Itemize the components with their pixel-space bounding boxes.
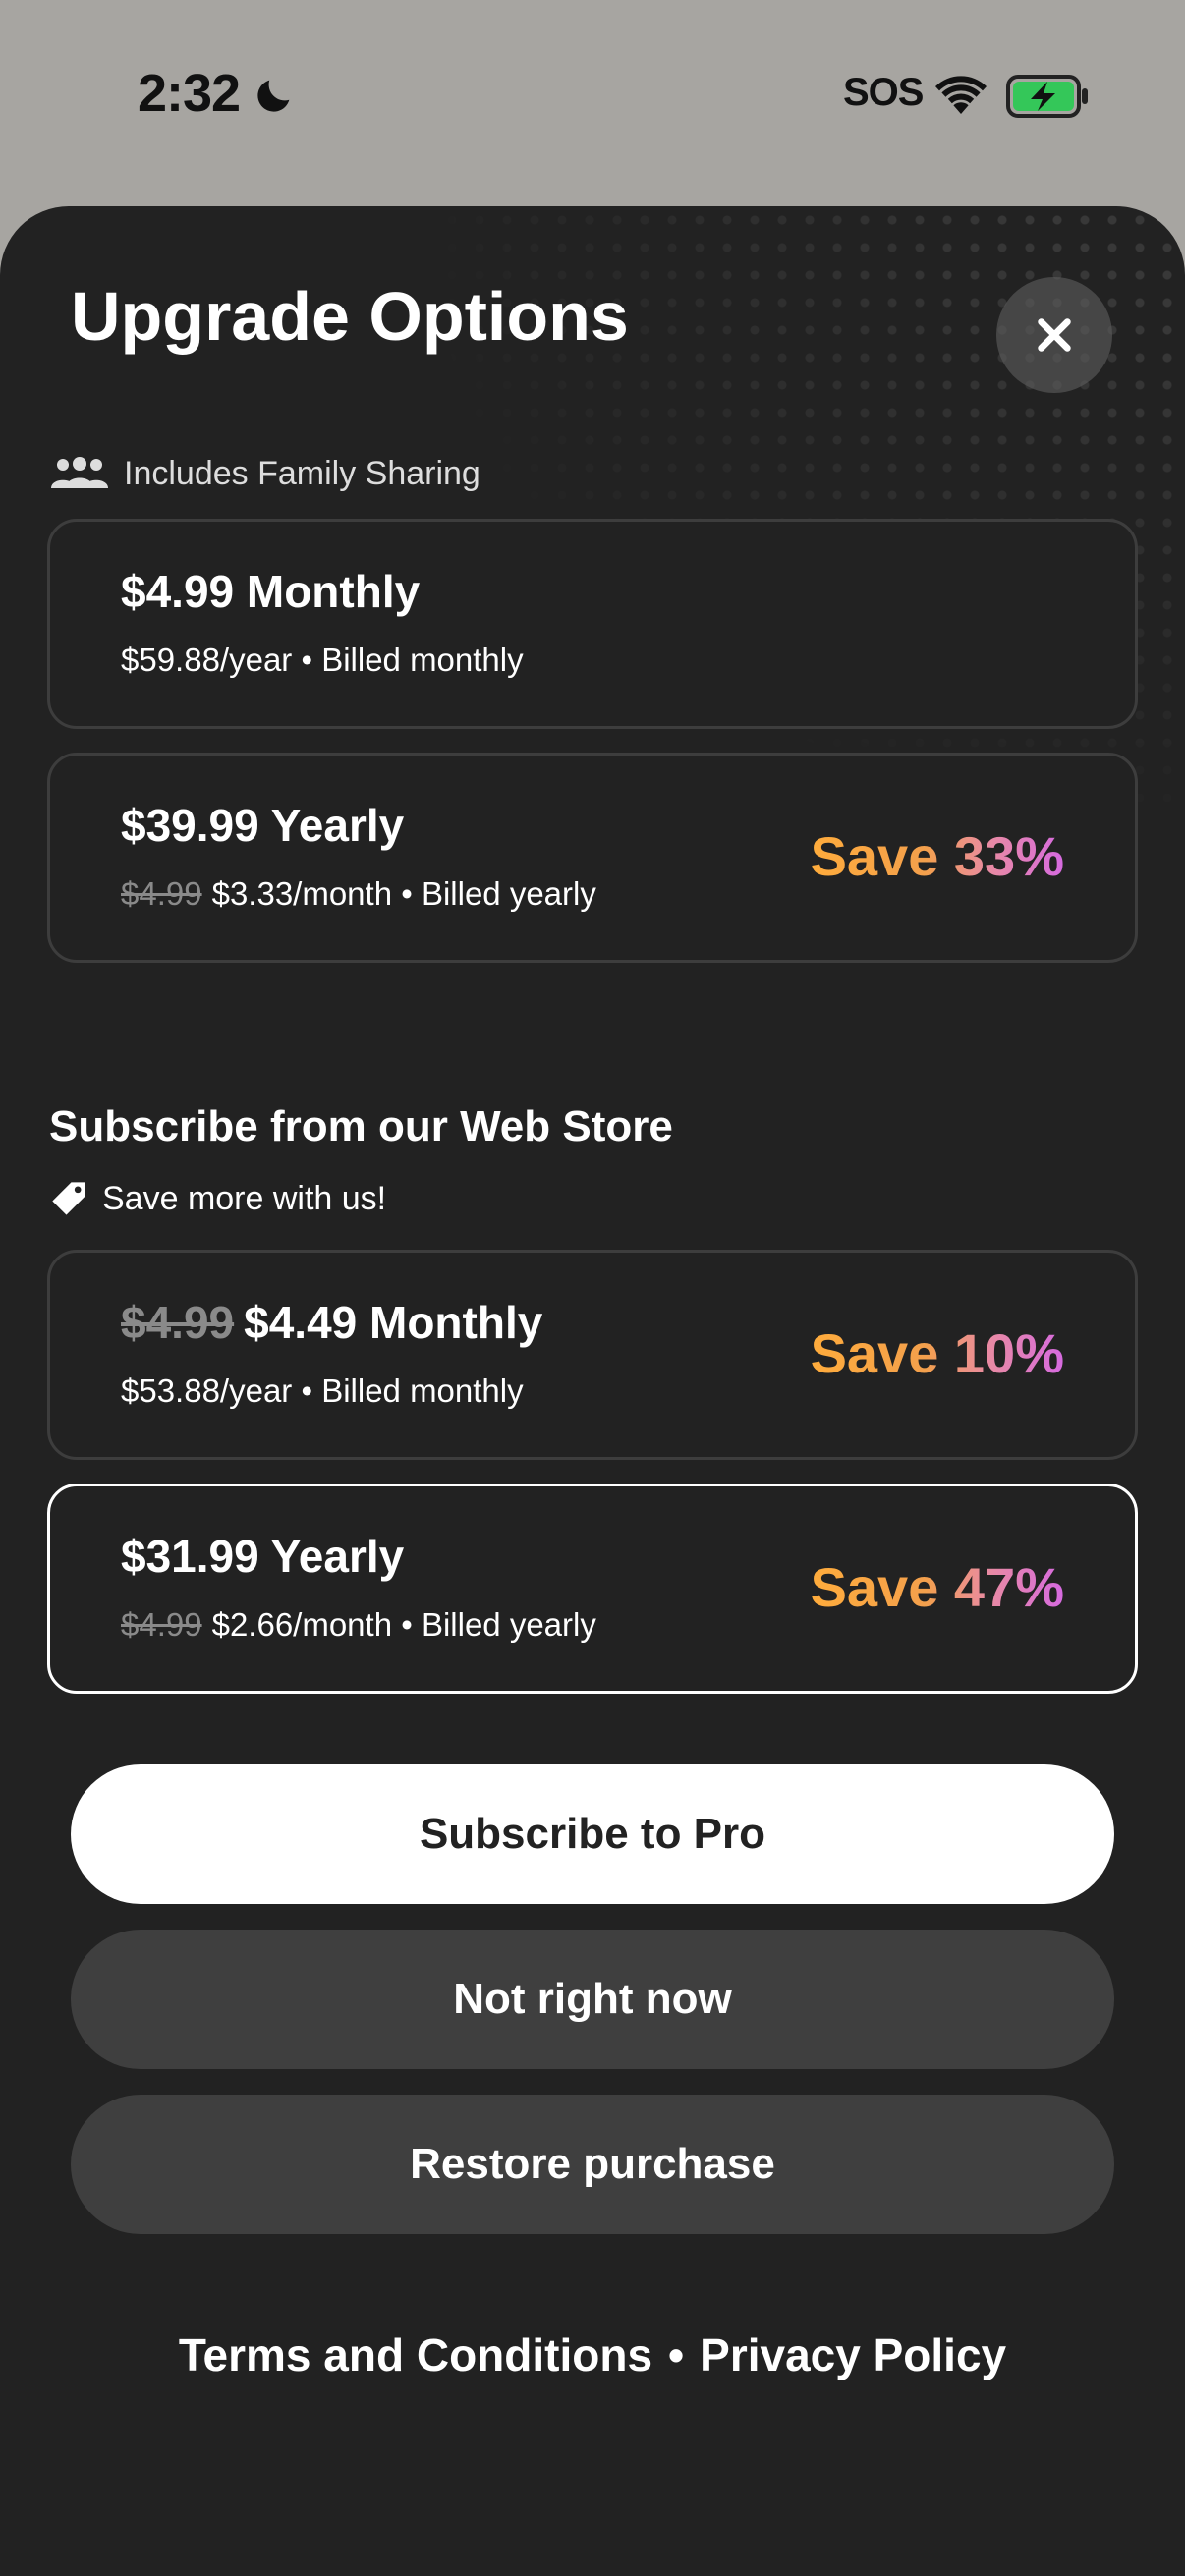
moon-icon (257, 80, 290, 112)
original-price: $4.99 (121, 875, 202, 912)
sheet-title: Upgrade Options (71, 278, 629, 355)
save-badge: Save 33% (810, 825, 1064, 887)
tag-icon (52, 1182, 85, 1215)
sos-indicator: SOS (843, 71, 924, 114)
plan-subtitle: $4.99 $3.33/month • Billed yearly (121, 875, 596, 913)
plan-title: $39.99 Yearly (121, 800, 405, 851)
close-button[interactable] (996, 277, 1112, 393)
save-badge: Save 47% (810, 1556, 1064, 1618)
plan-subtitle: $53.88/year • Billed monthly (121, 1372, 524, 1409)
privacy-link[interactable]: Privacy Policy (700, 2328, 1006, 2381)
plan-subtitle-text: $3.33/month • Billed yearly (211, 875, 596, 912)
family-sharing-label: Includes Family Sharing (124, 454, 480, 492)
original-price: $4.99 (121, 1297, 235, 1348)
plan-title: $4.99 $4.49 Monthly (121, 1296, 542, 1349)
plan-subtitle: $59.88/year • Billed monthly (121, 642, 524, 678)
plan-card-appstore-monthly[interactable]: $4.99 Monthly $59.88/year • Billed month… (47, 519, 1138, 729)
plan-card-web-yearly-selected[interactable]: $31.99 Yearly $4.99 $2.66/month • Billed … (47, 1484, 1138, 1694)
subscribe-button[interactable]: Subscribe to Pro (71, 1764, 1114, 1904)
wifi-icon (935, 76, 987, 114)
plan-subtitle: $4.99 $2.66/month • Billed yearly (121, 1606, 596, 1644)
plan-title-text: $4.49 Monthly (244, 1297, 543, 1348)
battery-charging-icon (1006, 75, 1088, 118)
restore-purchase-button[interactable]: Restore purchase (71, 2095, 1114, 2234)
terms-link[interactable]: Terms and Conditions (179, 2328, 652, 2381)
plan-title: $31.99 Yearly (121, 1531, 405, 1582)
plan-card-web-monthly[interactable]: $4.99 $4.49 Monthly $53.88/year • Billed … (47, 1250, 1138, 1460)
save-badge: Save 10% (810, 1322, 1064, 1384)
plan-card-appstore-yearly[interactable]: $39.99 Yearly $4.99 $3.33/month • Billed … (47, 753, 1138, 963)
web-store-title: Subscribe from our Web Store (49, 1102, 673, 1150)
web-store-note-text: Save more with us! (102, 1179, 387, 1217)
plan-title: $4.99 Monthly (121, 566, 421, 617)
upgrade-sheet: Upgrade Options Includes Family Sharing … (0, 206, 1185, 2576)
not-now-button[interactable]: Not right now (71, 1930, 1114, 2069)
close-icon (1038, 318, 1071, 352)
footer-separator: • (668, 2329, 685, 2380)
status-bar: 2:32 SOS (0, 0, 1185, 196)
web-store-note: Save more with us! (49, 1177, 386, 1220)
status-time: 2:32 (138, 64, 241, 123)
family-sharing-note: Includes Family Sharing (49, 452, 480, 495)
footer-links: Terms and Conditions • Privacy Policy (0, 2328, 1185, 2381)
plan-subtitle-text: $2.66/month • Billed yearly (211, 1606, 596, 1643)
family-sharing-icon (51, 457, 108, 488)
original-price: $4.99 (121, 1606, 202, 1643)
